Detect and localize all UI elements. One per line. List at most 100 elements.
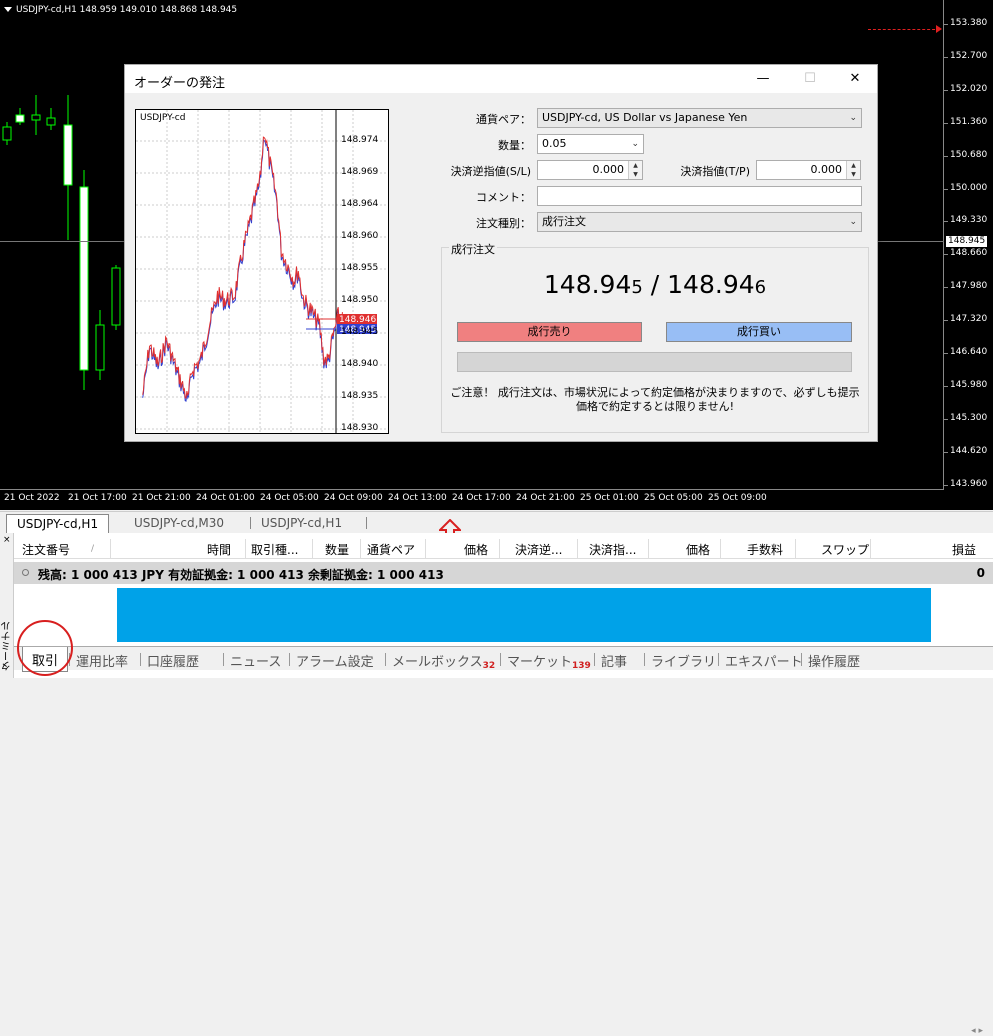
take-profit-value: 0.000 — [810, 163, 843, 176]
shift-marker-line — [868, 29, 940, 30]
price-axis-label: 148.660 — [950, 248, 988, 259]
terminal-side-strip: × ターミナル — [0, 533, 14, 678]
terminal-tab-8[interactable]: ライブラリ — [651, 651, 716, 670]
close-icon[interactable]: ✕ — [840, 69, 870, 89]
order-type-select[interactable]: 成行注文 ⌄ — [537, 212, 862, 232]
terminal-tab-label: メールボックス — [392, 655, 483, 670]
price-axis-tick — [944, 385, 948, 387]
time-axis-label: 21 Oct 21:00 — [132, 493, 191, 503]
pair-select[interactable]: USDJPY-cd, US Dollar vs Japanese Yen ⌄ — [537, 108, 862, 128]
terminal-tab-2[interactable]: 口座履歴 — [147, 651, 199, 670]
comment-input[interactable] — [537, 186, 862, 206]
terminal-tab-label: マーケット — [507, 655, 573, 670]
column-divider — [720, 539, 721, 559]
notice-line-2: 価格で約定するとは限りません! — [575, 400, 735, 413]
candle-body — [15, 114, 25, 123]
tick-price-label: 148.945 — [341, 327, 379, 337]
col-profit[interactable]: 損益 — [952, 541, 976, 558]
red-circle-annotation — [17, 620, 73, 676]
maximize-icon[interactable]: ☐ — [795, 69, 825, 89]
tick-price-label: 148.930 — [341, 423, 379, 433]
terminal-tab-7[interactable]: 記事 — [601, 651, 627, 670]
time-axis-label: 21 Oct 17:00 — [68, 493, 127, 503]
tick-chart: 148.946 148.945 USDJPY-cd 148.974 148.969 1… — [135, 109, 389, 434]
chart-tab-usdjpy-m30[interactable]: USDJPY-cd,M30 — [134, 514, 224, 533]
take-profit-input[interactable]: 0.000 ▲ ▼ — [756, 160, 861, 180]
stop-loss-spinner-icon[interactable]: ▲ ▼ — [628, 161, 642, 179]
tab-divider — [718, 653, 719, 666]
col-price[interactable]: 価格 — [464, 541, 488, 558]
chevron-down-icon: ⌄ — [849, 217, 857, 227]
tick-price-label: 148.940 — [341, 359, 379, 369]
buy-by-market-button[interactable]: 成行買い — [666, 322, 852, 342]
price-axis-tick — [944, 353, 948, 354]
tab-divider — [223, 653, 224, 666]
price-axis-tick — [944, 221, 948, 223]
bid-last-digit: 5 — [631, 277, 643, 298]
price-axis-tick — [944, 188, 948, 190]
col-stop-loss[interactable]: 決済逆... — [515, 541, 562, 558]
stop-loss-input[interactable]: 0.000 ▲ ▼ — [537, 160, 643, 180]
col-time[interactable]: 時間 — [207, 541, 231, 558]
minimize-icon[interactable]: — — [748, 69, 778, 89]
time-axis-label: 24 Oct 21:00 — [516, 493, 575, 503]
volume-combobox[interactable]: 0.05 ⌄ — [537, 134, 644, 154]
terminal-tab-10[interactable]: 操作履歴 — [808, 651, 860, 670]
take-profit-label: 決済指値(T/P) — [680, 165, 750, 178]
col-take-profit[interactable]: 決済指... — [589, 541, 636, 558]
tab-divider — [366, 517, 367, 529]
time-axis-label: 24 Oct 01:00 — [196, 493, 255, 503]
time-axis-label: 24 Oct 05:00 — [260, 493, 319, 503]
price-axis-tick — [944, 451, 948, 453]
disabled-action-button[interactable] — [457, 352, 852, 372]
shift-marker-arrow-icon[interactable] — [936, 25, 942, 33]
terminal-tab-5[interactable]: メールボックス32 — [392, 651, 495, 671]
col-symbol[interactable]: 通貨ペア — [367, 541, 415, 558]
chart-tab-usdjpy-h1-2[interactable]: USDJPY-cd,H1 — [261, 514, 342, 533]
terminal-tab-9[interactable]: エキスパート — [725, 651, 803, 670]
order-type-value: 成行注文 — [542, 215, 586, 228]
balance-row[interactable]: 残高: 1 000 413 JPY 有効証拠金: 1 000 413 余剰証拠金… — [14, 562, 993, 584]
column-divider — [245, 539, 246, 559]
price-axis-label: 143.960 — [950, 478, 988, 489]
column-divider — [425, 539, 426, 559]
col-trade-type[interactable]: 取引種... — [251, 541, 298, 558]
close-icon[interactable]: × — [3, 535, 11, 545]
tick-price-label: 148.950 — [341, 295, 379, 305]
terminal-tab-6[interactable]: マーケット139 — [507, 651, 591, 671]
chart-symbol-header: USDJPY-cd,H1 148.959 149.010 148.868 148… — [4, 5, 237, 15]
candle-body — [2, 126, 12, 141]
candle-body — [63, 124, 73, 186]
time-axis-label: 25 Oct 09:00 — [708, 493, 767, 503]
price-axis-label: 150.000 — [950, 182, 988, 193]
price-axis-label: 146.640 — [950, 347, 988, 357]
candle-body — [79, 186, 89, 371]
col-commission[interactable]: 手数料 — [747, 541, 783, 558]
terminal-tab-1[interactable]: 運用比率 — [76, 651, 128, 670]
col-order-number[interactable]: 注文番号 — [22, 541, 70, 558]
price-axis-label: 151.360 — [950, 116, 988, 127]
tab-divider — [385, 653, 386, 666]
col-current-price[interactable]: 価格 — [686, 541, 710, 558]
sell-by-market-button[interactable]: 成行売り — [457, 322, 642, 342]
chevron-down-icon: ⌄ — [849, 113, 857, 123]
price-axis-label: 147.980 — [950, 281, 988, 292]
take-profit-spinner-icon[interactable]: ▲ ▼ — [846, 161, 860, 179]
chart-header-text: USDJPY-cd,H1 148.959 149.010 148.868 148… — [16, 5, 238, 15]
time-axis-label: 24 Oct 09:00 — [324, 493, 383, 503]
chart-tab-usdjpy-h1[interactable]: USDJPY-cd,H1 — [6, 514, 110, 533]
bid-tick-line — [142, 136, 343, 399]
column-divider — [360, 539, 361, 559]
time-axis-label: 21 Oct 2022 — [4, 493, 60, 503]
price-axis-tick — [944, 89, 948, 91]
terminal-tab-4[interactable]: アラーム設定 — [296, 651, 374, 670]
bid-ask-quote: 148.945 / 148.946 — [441, 270, 869, 299]
tab-scroll-arrows-icon[interactable]: ◂ ▸ — [971, 1026, 983, 1036]
tick-price-label: 148.964 — [341, 199, 379, 209]
pair-select-value: USDJPY-cd, US Dollar vs Japanese Yen — [542, 111, 748, 124]
terminal-tab-3[interactable]: ニュース — [230, 651, 281, 670]
volume-value: 0.05 — [542, 137, 567, 150]
col-volume[interactable]: 数量 — [325, 541, 349, 558]
col-swap[interactable]: スワップ — [821, 541, 869, 558]
dialog-titlebar[interactable]: オーダーの発注 — ☐ ✕ — [125, 65, 877, 93]
